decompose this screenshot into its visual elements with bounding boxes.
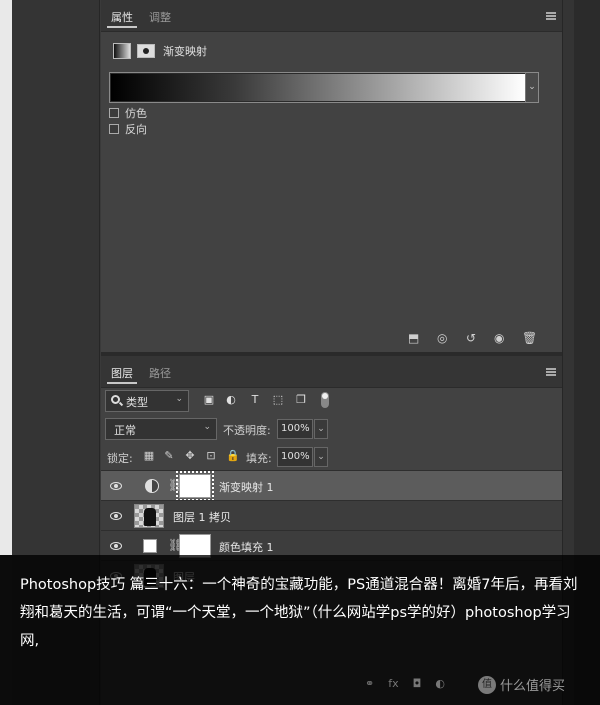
filter-kind-label: 类型 xyxy=(126,396,148,409)
lock-artboard-icon[interactable]: ⊡ xyxy=(205,450,217,462)
properties-tabbar: 属性 调整 xyxy=(101,0,562,32)
fill-color-thumbnail[interactable] xyxy=(143,539,157,553)
tab-adjustments[interactable]: 调整 xyxy=(145,8,175,28)
search-icon xyxy=(111,395,120,404)
filter-toggle-icon[interactable] xyxy=(321,392,329,408)
dither-label: 仿色 xyxy=(125,107,147,120)
layer-row[interactable]: 图层 1 拷贝 xyxy=(101,500,562,530)
opacity-label: 不透明度: xyxy=(223,424,271,437)
adjustment-header: 渐变映射 xyxy=(113,40,207,62)
tab-layers[interactable]: 图层 xyxy=(107,364,137,384)
adjustment-title: 渐变映射 xyxy=(163,45,207,58)
fill-input[interactable]: 100% xyxy=(277,447,313,467)
tab-paths[interactable]: 路径 xyxy=(145,364,175,384)
layers-tabbar: 图层 路径 xyxy=(101,356,562,388)
eye-icon[interactable] xyxy=(110,482,122,490)
tab-properties[interactable]: 属性 xyxy=(107,8,137,28)
eye-icon[interactable] xyxy=(110,542,122,550)
clip-to-layer-icon[interactable]: ⬒ xyxy=(408,331,419,345)
layer-row[interactable]: ⛓ 渐变映射 1 xyxy=(101,470,562,501)
lock-label: 锁定: xyxy=(107,452,133,465)
properties-footer: ⬒ ◎ ↺ ◉ 🗑 xyxy=(101,325,562,352)
shape-filter-icon[interactable]: ⬚ xyxy=(272,394,284,406)
visibility-eye-icon[interactable]: ◉ xyxy=(494,331,504,345)
trash-icon[interactable]: 🗑 xyxy=(522,331,537,345)
lock-all-icon[interactable]: 🔒 xyxy=(226,450,240,462)
layer-name[interactable]: 渐变映射 1 xyxy=(219,479,274,495)
pixel-filter-icon[interactable]: ▣ xyxy=(203,394,215,406)
layers-footer-icons: ⚭ fx ◘ ◐ xyxy=(365,677,445,690)
lock-image-icon[interactable]: ✎ xyxy=(163,450,175,462)
blend-mode-value: 正常 xyxy=(114,424,136,437)
reset-icon[interactable]: ↺ xyxy=(466,331,476,345)
watermark-logo-icon: 值 xyxy=(478,675,496,694)
properties-panel: 属性 调整 渐变映射 ⌄ 仿色 反向 ⬒ ◎ ↺ ◉ 🗑 xyxy=(101,0,562,352)
watermark-text: 什么值得买 xyxy=(500,679,566,694)
layer-filter-select[interactable]: 类型 ⌄ xyxy=(105,390,189,412)
gradient-map-icon[interactable] xyxy=(113,43,131,59)
reverse-checkbox[interactable] xyxy=(109,124,119,134)
site-watermark: 值 什么值得买 xyxy=(478,675,565,694)
smart-object-filter-icon[interactable]: ❐ xyxy=(295,394,307,406)
adjustment-filter-icon[interactable]: ◐ xyxy=(225,394,237,406)
layers-menu-icon[interactable] xyxy=(546,368,556,376)
lock-position-icon[interactable]: ✥ xyxy=(184,450,196,462)
new-adjustment-icon[interactable]: ◐ xyxy=(435,677,445,690)
chevron-down-icon[interactable]: ⌄ xyxy=(525,73,538,102)
gradient-picker[interactable]: ⌄ xyxy=(109,72,539,103)
layer-name[interactable]: 颜色填充 1 xyxy=(219,539,274,555)
link-layers-icon[interactable]: ⚭ xyxy=(365,677,374,690)
type-filter-icon[interactable]: T xyxy=(249,394,261,406)
caption-text: Photoshop技巧 篇三十六：一个神奇的宝藏功能，PS通道混合器！离婚7年后… xyxy=(20,577,578,649)
layer-mask-thumbnail[interactable] xyxy=(176,471,214,501)
chevron-down-icon: ⌄ xyxy=(203,422,211,432)
view-previous-icon[interactable]: ◎ xyxy=(437,331,447,345)
layer-thumbnail xyxy=(134,504,164,528)
fill-label: 填充: xyxy=(246,452,272,465)
layer-mask-icon[interactable] xyxy=(137,44,155,58)
reverse-label: 反向 xyxy=(125,123,147,136)
canvas-edge xyxy=(0,0,12,555)
dither-checkbox[interactable] xyxy=(109,108,119,118)
dither-option[interactable]: 仿色 xyxy=(109,105,147,121)
layer-name[interactable]: 图层 1 拷贝 xyxy=(173,509,231,525)
opacity-input[interactable]: 100% xyxy=(277,419,313,439)
lock-transparent-icon[interactable]: ▦ xyxy=(143,450,155,462)
eye-icon[interactable] xyxy=(110,512,122,520)
blend-mode-select[interactable]: 正常 ⌄ xyxy=(105,418,217,440)
reverse-option[interactable]: 反向 xyxy=(109,121,147,137)
chevron-down-icon[interactable]: ⌄ xyxy=(314,447,328,467)
gradient-preview[interactable] xyxy=(111,74,525,101)
adjustment-layer-icon xyxy=(145,479,159,493)
fx-icon[interactable]: fx xyxy=(388,677,398,690)
chevron-down-icon[interactable]: ⌄ xyxy=(314,419,328,439)
panel-menu-icon[interactable] xyxy=(546,12,556,20)
chevron-down-icon: ⌄ xyxy=(175,394,183,404)
add-mask-icon[interactable]: ◘ xyxy=(413,677,422,690)
